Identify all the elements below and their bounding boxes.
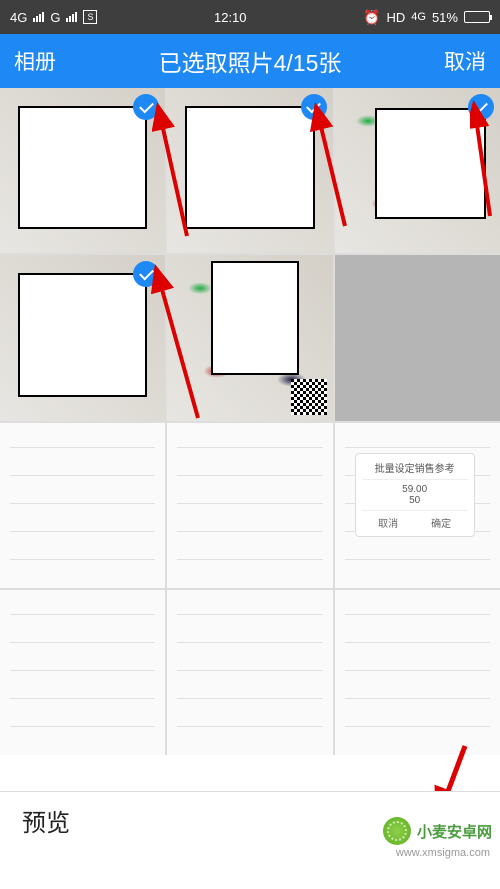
photo-item[interactable] [167,255,332,420]
net-label-1: 4G [10,10,27,25]
redaction-box [185,106,314,229]
status-left: 4G G S [10,10,97,25]
battery-icon [464,11,490,23]
photo-item[interactable] [335,590,500,755]
clock: 12:10 [214,10,247,25]
redaction-box [375,108,486,219]
modal-qty: 50 [362,495,468,506]
photo-item[interactable] [335,255,500,420]
photo-item[interactable] [0,590,165,755]
hd-label: HD [386,10,405,25]
alarm-icon: ⏰ [363,9,380,26]
photo-item[interactable] [167,423,332,588]
qr-code-icon [291,379,327,415]
photo-grid: 批量设定销售参考 59.00 50 取消 确定 [0,88,500,755]
watermark-name: 小麦安卓网 [417,821,492,842]
photo-item[interactable] [167,590,332,755]
photo-item[interactable]: 批量设定销售参考 59.00 50 取消 确定 [335,423,500,588]
nav-album-button[interactable]: 相册 [14,46,56,76]
photo-item[interactable] [0,423,165,588]
photo-item[interactable] [0,88,165,253]
check-icon[interactable] [133,94,159,120]
signal-icon-1 [33,12,44,22]
watermark: 小麦安卓网 [383,817,492,845]
modal-price: 59.00 [362,484,468,495]
modal-title: 批量设定销售参考 [362,460,468,475]
battery-pct: 51% [432,10,458,25]
nav-bar: 相册 已选取照片4/15张 取消 [0,34,500,88]
check-icon[interactable] [133,261,159,287]
check-icon[interactable] [301,94,327,120]
redaction-box [18,106,147,229]
watermark-logo-icon [383,817,411,845]
redaction-box [211,261,298,374]
preview-button[interactable]: 预览 [22,803,70,838]
photo-item[interactable] [335,88,500,253]
modal-cancel[interactable]: 取消 [378,515,398,530]
status-bar: 4G G S 12:10 ⏰ HD 4G 51% [0,0,500,34]
modal-confirm[interactable]: 确定 [431,515,451,530]
app-icon: S [83,10,97,24]
status-right: ⏰ HD 4G 51% [363,9,490,26]
photo-item[interactable] [0,255,165,420]
redaction-box [18,273,147,396]
page-title: 已选取照片4/15张 [159,44,342,78]
price-modal: 批量设定销售参考 59.00 50 取消 确定 [355,453,475,537]
check-icon[interactable] [468,94,494,120]
photo-item[interactable] [167,88,332,253]
net-label-2: G [50,10,60,25]
signal-icon-2 [66,12,77,22]
watermark-url: www.xmsigma.com [396,847,490,859]
net-label-3: 4G [411,11,426,23]
nav-cancel-button[interactable]: 取消 [444,46,486,76]
